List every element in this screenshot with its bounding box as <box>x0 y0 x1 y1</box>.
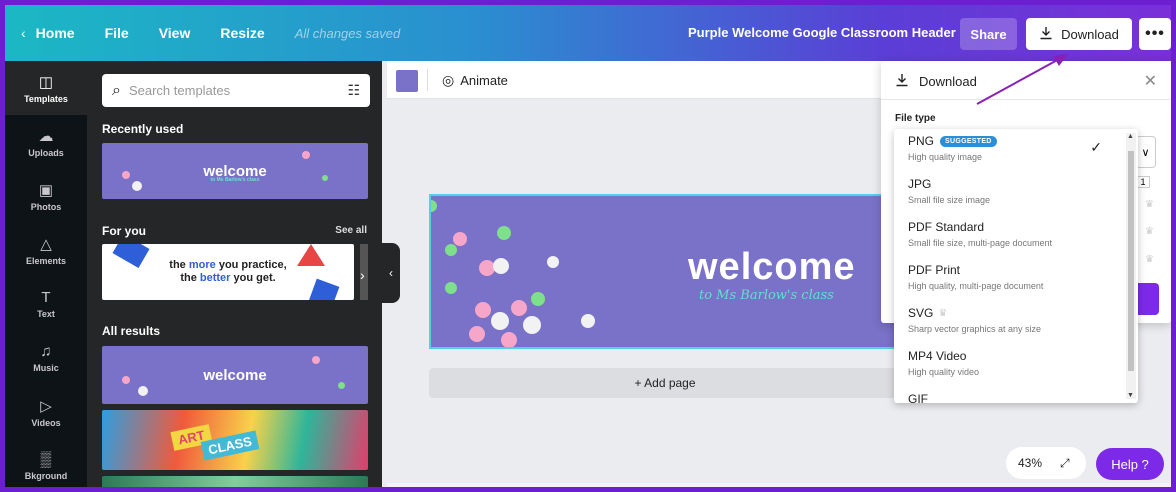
annotation-arrow <box>976 54 1068 105</box>
app-frame: ‹ Home File View Resize All changes saved… <box>0 0 1176 492</box>
